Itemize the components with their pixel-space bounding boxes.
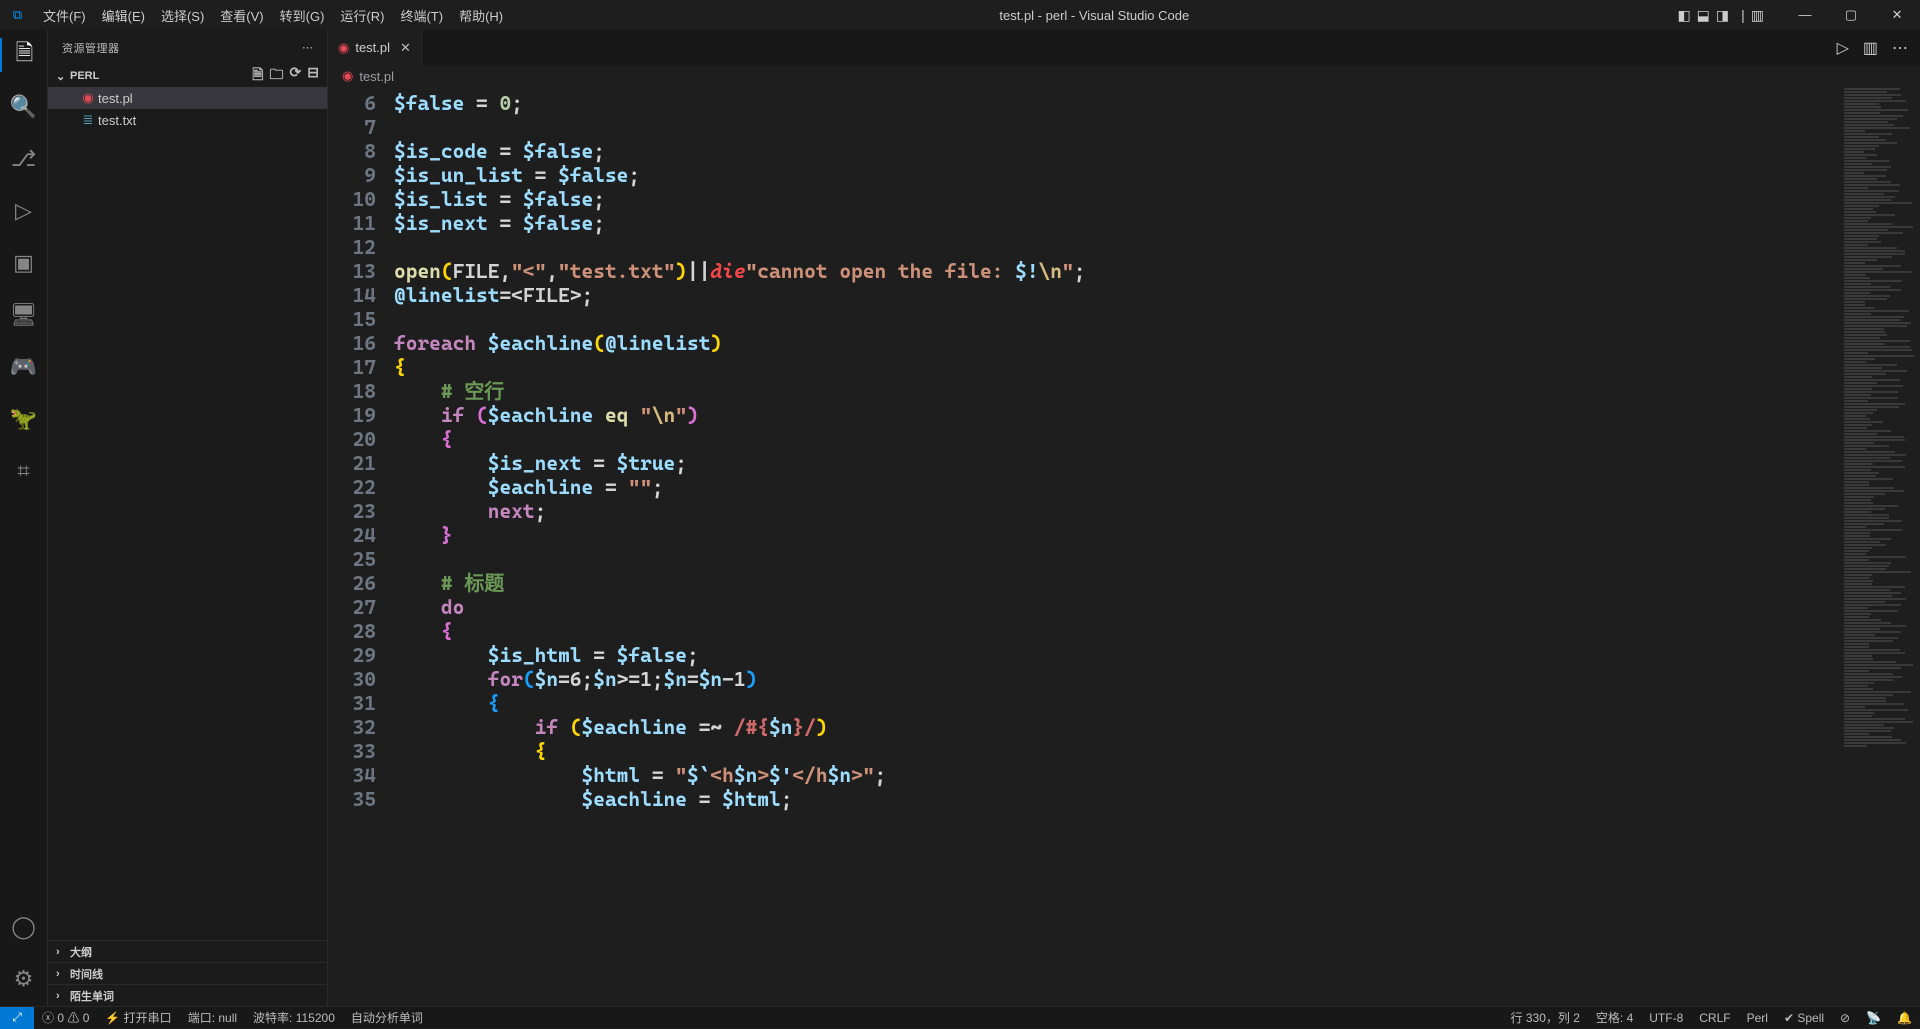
- run-icon[interactable]: ▷: [1837, 38, 1849, 58]
- layout-left-icon[interactable]: ◧: [1677, 7, 1690, 24]
- sidebar: 资源管理器 ⋯ ⌄ PERL 🗎 🗀 ⟳ ⊟ ◉test.pl≣test.txt…: [48, 30, 328, 1006]
- txt-file-icon: ≣: [78, 112, 98, 128]
- cursor-position[interactable]: 行 330，列 2: [1503, 1009, 1588, 1026]
- close-tab-icon[interactable]: ✕: [400, 40, 411, 56]
- editor-more-icon[interactable]: ⋯: [1892, 38, 1908, 58]
- outline-section[interactable]: ›大纲: [48, 940, 327, 962]
- minimize-button[interactable]: —: [1782, 7, 1828, 23]
- menu-运行[interactable]: 运行(R): [332, 6, 392, 25]
- go-live-icon[interactable]: 📡: [1858, 1011, 1889, 1025]
- timeline-section[interactable]: ›时间线: [48, 962, 327, 984]
- menu-查看[interactable]: 查看(V): [212, 6, 271, 25]
- breadcrumb[interactable]: ◉ test.pl: [328, 65, 1920, 87]
- code-editor[interactable]: 6789101112131415161718192021222324252627…: [328, 87, 1920, 1006]
- menu-转到[interactable]: 转到(G): [272, 6, 333, 25]
- menu-选择[interactable]: 选择(S): [153, 6, 212, 25]
- close-button[interactable]: ✕: [1874, 7, 1920, 23]
- eol-indicator[interactable]: CRLF: [1691, 1011, 1738, 1025]
- layout-bottom-icon[interactable]: ⬓: [1697, 7, 1710, 24]
- vscode-icon: ⧉: [0, 7, 35, 23]
- layout-customize-icon[interactable]: ▥: [1751, 7, 1764, 24]
- file-item-test-pl[interactable]: ◉test.pl: [48, 87, 327, 109]
- run-debug-icon[interactable]: ▷: [0, 194, 48, 228]
- chevron-down-icon: ⌄: [56, 70, 70, 83]
- menu-编辑[interactable]: 编辑(E): [94, 6, 153, 25]
- perl-file-icon: ◉: [342, 68, 353, 84]
- titlebar: ⧉ 文件(F)编辑(E)选择(S)查看(V)转到(G)运行(R)终端(T)帮助(…: [0, 0, 1920, 30]
- sidebar-title: 资源管理器: [62, 40, 302, 56]
- window-title: test.pl - perl - Visual Studio Code: [999, 8, 1189, 23]
- unknown-words-section[interactable]: ›陌生单词: [48, 984, 327, 1006]
- tab-test-pl[interactable]: ◉ test.pl ✕: [328, 30, 422, 65]
- minimap[interactable]: [1840, 87, 1920, 1006]
- perl-file-icon: ◉: [338, 40, 349, 56]
- extensions-icon[interactable]: ▣: [0, 246, 48, 280]
- explorer-icon[interactable]: 🗎: [0, 38, 48, 72]
- refresh-icon[interactable]: ⟳: [290, 64, 302, 88]
- baud-indicator[interactable]: 波特率: 115200: [245, 1009, 343, 1026]
- collapse-icon[interactable]: ⊟: [307, 64, 319, 88]
- split-editor-icon[interactable]: ▥: [1863, 38, 1878, 58]
- search-icon[interactable]: 🔍: [0, 90, 48, 124]
- game-icon[interactable]: 🎮: [0, 350, 48, 384]
- editor: ◉ test.pl ✕ ▷ ▥ ⋯ ◉ test.pl 678910111213…: [328, 30, 1920, 1006]
- source-control-icon[interactable]: ⎇: [0, 142, 48, 176]
- remote-indicator[interactable]: ⤢: [0, 1007, 34, 1029]
- new-file-icon[interactable]: 🗎: [252, 64, 263, 88]
- notifications-icon[interactable]: 🔔: [1889, 1011, 1920, 1025]
- activity-bar: 🗎 🔍 ⎇ ▷ ▣ 🖥 🎮 🦖 ⌗ ◯ ⚙: [0, 30, 48, 1006]
- file-item-test-txt[interactable]: ≣test.txt: [48, 109, 327, 131]
- tab-bar: ◉ test.pl ✕ ▷ ▥ ⋯: [328, 30, 1920, 65]
- status-bar: ⤢ ⓧ 0 ⚠ 0 ⚡ 打开串口 端口: null 波特率: 115200 自动…: [0, 1006, 1920, 1028]
- file-list: ◉test.pl≣test.txt: [48, 87, 327, 940]
- account-icon[interactable]: ◯: [0, 910, 48, 944]
- perl-file-icon: ◉: [78, 90, 98, 106]
- menu-终端[interactable]: 终端(T): [392, 6, 451, 25]
- analysis-indicator[interactable]: 自动分析单词: [343, 1009, 431, 1026]
- sidebar-folder[interactable]: ⌄ PERL 🗎 🗀 ⟳ ⊟: [48, 65, 327, 87]
- menu-帮助[interactable]: 帮助(H): [451, 6, 511, 25]
- problems-indicator[interactable]: ⓧ 0 ⚠ 0: [34, 1009, 97, 1026]
- language-indicator[interactable]: Perl: [1739, 1011, 1776, 1025]
- maximize-button[interactable]: ▢: [1828, 7, 1874, 23]
- sidebar-more-icon[interactable]: ⋯: [302, 41, 313, 54]
- indentation-indicator[interactable]: 空格: 4: [1588, 1009, 1641, 1026]
- encoding-indicator[interactable]: UTF-8: [1641, 1011, 1691, 1025]
- layout-right-icon[interactable]: ◨: [1716, 7, 1729, 24]
- settings-icon[interactable]: ⚙: [0, 962, 48, 996]
- new-folder-icon[interactable]: 🗀: [270, 64, 284, 88]
- port-indicator[interactable]: 端口: null: [180, 1009, 245, 1026]
- menu-文件[interactable]: 文件(F): [35, 6, 94, 25]
- remote-explorer-icon[interactable]: 🖥: [0, 298, 48, 332]
- feedback-icon[interactable]: ⊘: [1832, 1011, 1858, 1025]
- chip-icon[interactable]: ⌗: [0, 454, 48, 488]
- spell-indicator[interactable]: ✔ Spell: [1776, 1011, 1832, 1025]
- open-serial-button[interactable]: ⚡ 打开串口: [97, 1009, 179, 1026]
- test-icon[interactable]: 🦖: [0, 402, 48, 436]
